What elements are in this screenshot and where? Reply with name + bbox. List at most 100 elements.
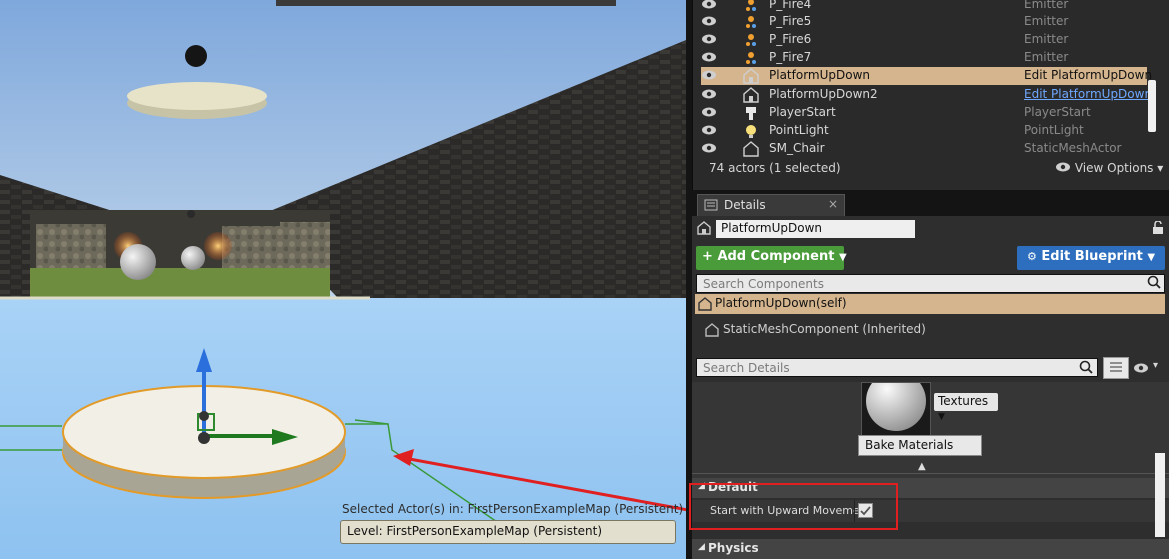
- outliner-row[interactable]: P_Fire4 Emitter: [693, 0, 1153, 14]
- visibility-eye-icon[interactable]: [701, 106, 717, 118]
- selected-actors-text: Selected Actor(s) in: FirstPersonExample…: [342, 502, 684, 516]
- blueprint-actor-icon: [743, 87, 759, 103]
- plus-icon: +: [702, 249, 713, 264]
- chevron-down-icon: ▼: [938, 412, 945, 422]
- actor-name: PlayerStart: [769, 105, 836, 119]
- tab-details[interactable]: Details ×: [697, 194, 845, 216]
- details-panel: PlatformUpDown + Add Component ▼ ⚙ Edit …: [689, 216, 1169, 559]
- close-tab-icon[interactable]: ×: [828, 197, 838, 211]
- outliner-scrollbar[interactable]: [1148, 80, 1156, 132]
- outliner-row[interactable]: P_Fire6 Emitter: [693, 31, 1153, 49]
- search-components-placeholder: Search Components: [703, 277, 824, 291]
- edit-blueprint-button[interactable]: ⚙ Edit Blueprint ▼: [1017, 246, 1165, 270]
- add-component-label: Add Component: [717, 249, 835, 264]
- gears-icon: ⚙: [1027, 250, 1037, 263]
- material-thumbnail[interactable]: [861, 382, 931, 442]
- actor-type: Emitter: [1024, 0, 1069, 11]
- eye-icon: [1056, 162, 1070, 172]
- outliner-row[interactable]: PointLight PointLight: [693, 122, 1153, 140]
- visibility-eye-icon[interactable]: [701, 88, 717, 100]
- component-self-row[interactable]: PlatformUpDown(self): [695, 294, 1165, 314]
- outliner-footer: 74 actors (1 selected) View Options ▾: [693, 158, 1169, 182]
- actor-name: P_Fire7: [769, 50, 812, 64]
- actor-name: PlatformUpDown: [769, 68, 871, 82]
- outliner-row[interactable]: PlayerStart PlayerStart: [693, 104, 1153, 122]
- outliner-row[interactable]: PlatformUpDown Edit PlatformUpDown: [701, 67, 1152, 85]
- annotation-highlight-box: [689, 483, 898, 530]
- search-details-input[interactable]: Search Details: [696, 358, 1098, 377]
- emitter-icon: [743, 0, 759, 13]
- actor-type[interactable]: Edit PlatformUpDowr: [1024, 87, 1149, 101]
- visibility-eye-icon[interactable]: [701, 33, 717, 45]
- emitter-icon: [743, 32, 759, 48]
- view-options-label: View Options: [1074, 161, 1154, 175]
- chevron-down-icon: ▼: [1147, 252, 1156, 263]
- visibility-eye-icon[interactable]: [701, 0, 717, 10]
- actor-name: P_Fire5: [769, 14, 812, 28]
- visibility-options-button[interactable]: [1133, 362, 1149, 377]
- actor-type: PlayerStart: [1024, 105, 1091, 119]
- actor-name: PlatformUpDown2: [769, 87, 878, 101]
- property-matrix-button[interactable]: [1103, 357, 1129, 379]
- actor-name: P_Fire4: [769, 0, 812, 11]
- chevron-down-icon: ▾: [1157, 161, 1164, 175]
- blueprint-actor-icon: [743, 68, 759, 84]
- textures-label: Textures: [938, 394, 989, 408]
- emitter-icon: [743, 50, 759, 66]
- search-components-input[interactable]: Search Components: [696, 274, 1165, 293]
- expand-arrow-icon: ◢: [698, 542, 705, 552]
- visibility-eye-icon[interactable]: [701, 69, 717, 81]
- details-scrollbar[interactable]: [1155, 453, 1165, 537]
- lock-icon[interactable]: [1152, 220, 1164, 238]
- tab-details-label: Details: [724, 198, 766, 212]
- chevron-down-icon: ▼: [838, 252, 847, 263]
- actor-count: 74 actors (1 selected): [709, 161, 841, 175]
- actor-type: Emitter: [1024, 32, 1069, 46]
- bake-materials-label: Bake Materials: [865, 438, 954, 452]
- outliner-row[interactable]: P_Fire7 Emitter: [693, 49, 1153, 67]
- actor-type[interactable]: Edit PlatformUpDown: [1024, 68, 1152, 82]
- actor-name-field[interactable]: PlatformUpDown: [716, 220, 915, 238]
- actor-name: P_Fire6: [769, 32, 812, 46]
- actor-type: PointLight: [1024, 123, 1084, 137]
- actor-type: Emitter: [1024, 14, 1069, 28]
- actor-type: Emitter: [1024, 50, 1069, 64]
- list-icon: [1110, 362, 1122, 372]
- actor-name: PointLight: [769, 123, 829, 137]
- visibility-eye-icon[interactable]: [701, 142, 717, 154]
- edit-blueprint-label: Edit Blueprint: [1041, 249, 1143, 264]
- level-label: Level: FirstPersonExampleMap (Persistent…: [347, 524, 603, 538]
- outliner-row[interactable]: PlatformUpDown2 Edit PlatformUpDowr: [693, 86, 1153, 104]
- bake-materials-button[interactable]: Bake Materials: [858, 435, 982, 456]
- details-icon: [704, 198, 718, 212]
- viewport-scene: [0, 0, 686, 559]
- level-viewport[interactable]: Selected Actor(s) in: FirstPersonExample…: [0, 0, 686, 559]
- visibility-eye-icon[interactable]: [701, 51, 717, 63]
- eye-icon: [1134, 363, 1148, 373]
- level-indicator: Level: FirstPersonExampleMap (Persistent…: [340, 520, 676, 544]
- visibility-eye-icon[interactable]: [701, 124, 717, 136]
- view-options-button[interactable]: View Options ▾: [1055, 161, 1163, 175]
- component-self-label: PlatformUpDown(self): [715, 296, 847, 310]
- section-physics-header[interactable]: ◢ Physics: [692, 539, 1169, 559]
- visibility-eye-icon[interactable]: [701, 15, 717, 27]
- chevron-down-icon[interactable]: ▾: [1153, 360, 1158, 371]
- world-outliner: P_Fire4 Emitter P_Fire5 Emitter P_Fire6 Emitt…: [692, 0, 1169, 190]
- emitter-icon: [743, 14, 759, 30]
- collapse-arrow-icon[interactable]: ▲: [918, 461, 926, 472]
- component-staticmesh-label: StaticMeshComponent (Inherited): [723, 322, 926, 336]
- search-icon: [1079, 360, 1093, 377]
- player-start-icon: [743, 105, 759, 121]
- outliner-row[interactable]: P_Fire5 Emitter: [693, 13, 1153, 31]
- static-mesh-icon: [705, 323, 719, 340]
- actor-type: StaticMeshActor: [1024, 141, 1122, 155]
- section-physics-label: Physics: [708, 541, 759, 555]
- actor-name: SM_Chair: [769, 141, 825, 155]
- point-light-icon: [743, 123, 759, 139]
- outliner-row[interactable]: SM_Chair StaticMeshActor: [693, 140, 1153, 158]
- add-component-button[interactable]: + Add Component ▼: [696, 246, 847, 270]
- textures-dropdown[interactable]: Textures ▼: [934, 393, 998, 422]
- blueprint-actor-icon: [698, 297, 712, 314]
- component-staticmesh-row[interactable]: StaticMeshComponent (Inherited): [695, 320, 1165, 340]
- static-mesh-icon: [743, 141, 759, 157]
